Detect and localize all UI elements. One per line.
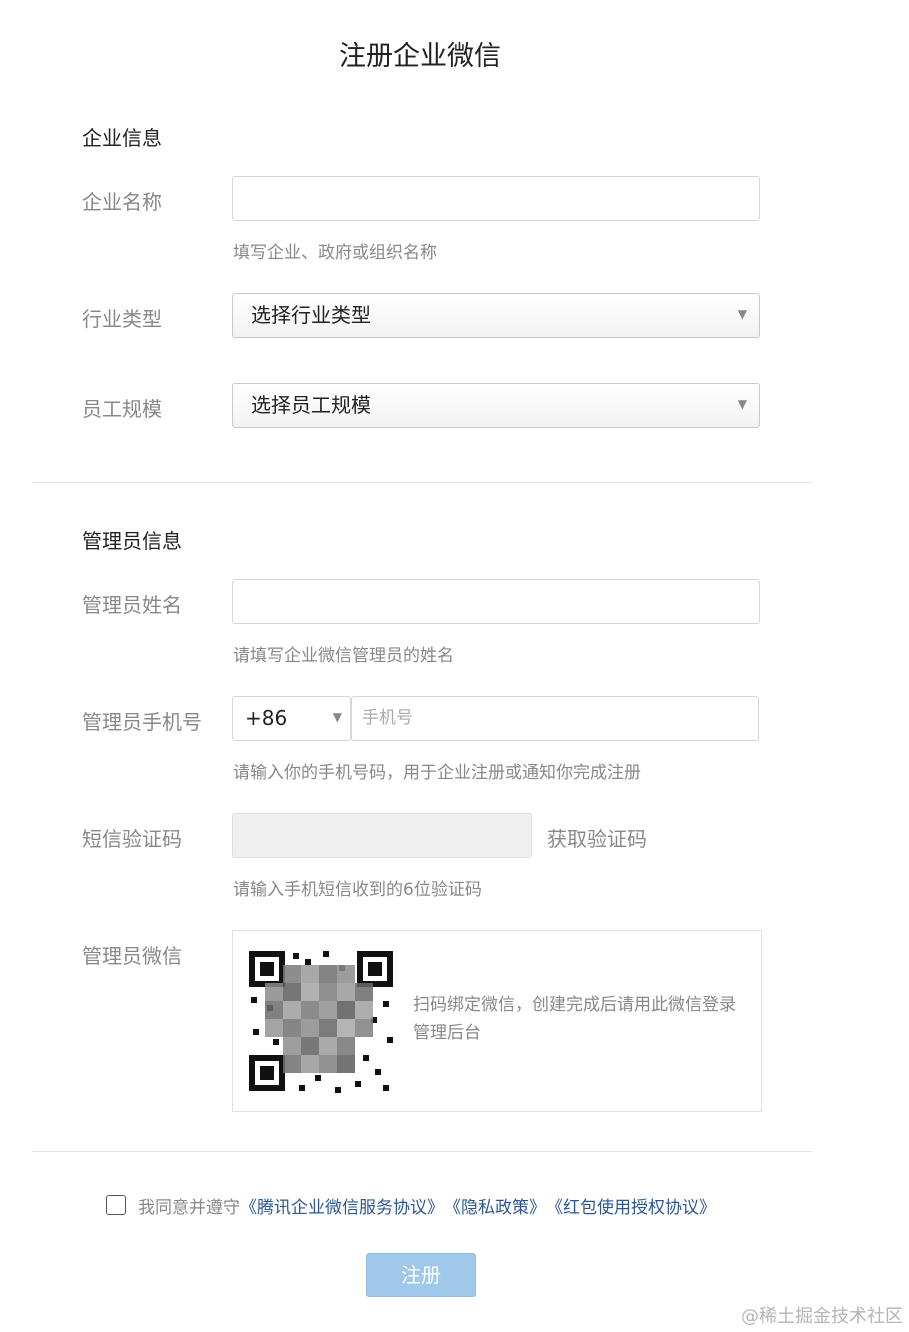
- staff-size-label: 员工规模: [82, 397, 162, 421]
- phone-hint: 请输入你的手机号码，用于企业注册或通知你完成注册: [233, 763, 641, 783]
- agreement-prefix: 我同意并遵守: [138, 1197, 240, 1218]
- admin-name-input[interactable]: [232, 579, 760, 624]
- register-button[interactable]: 注册: [366, 1253, 476, 1297]
- sms-code-input[interactable]: [232, 813, 532, 858]
- agreement-checkbox[interactable]: [106, 1195, 126, 1215]
- phone-input[interactable]: 手机号: [351, 696, 759, 741]
- agreement-row: 我同意并遵守 《腾讯企业微信服务协议》 《隐私政策》 《红包使用授权协议》: [106, 1192, 716, 1218]
- industry-select[interactable]: 选择行业类型 ▼: [232, 293, 760, 338]
- qr-description: 扫码绑定微信，创建完成后请用此微信登录管理后台: [413, 995, 736, 1043]
- admin-wechat-label: 管理员微信: [82, 944, 182, 968]
- watermark: @稀土掘金技术社区: [741, 1306, 903, 1327]
- industry-label: 行业类型: [82, 307, 162, 331]
- country-code-value: +86: [245, 706, 288, 730]
- chevron-down-icon: ▼: [737, 397, 747, 411]
- country-code-select[interactable]: +86 ▼: [232, 696, 351, 741]
- chevron-down-icon: ▼: [332, 710, 342, 724]
- company-name-input[interactable]: [232, 176, 760, 221]
- phone-placeholder: 手机号: [362, 708, 413, 728]
- wechat-bind-box: 扫码绑定微信，创建完成后请用此微信登录管理后台: [232, 930, 762, 1112]
- company-name-label: 企业名称: [82, 190, 162, 214]
- get-code-button[interactable]: 获取验证码: [547, 823, 647, 852]
- admin-name-label: 管理员姓名: [82, 593, 182, 617]
- red-packet-agreement-link[interactable]: 《红包使用授权协议》: [546, 1193, 716, 1218]
- sms-code-label: 短信验证码: [82, 827, 182, 851]
- sms-code-hint: 请输入手机短信收到的6位验证码: [233, 880, 482, 900]
- privacy-policy-link[interactable]: 《隐私政策》: [444, 1193, 546, 1218]
- staff-size-selected-value: 选择员工规模: [251, 393, 371, 417]
- section-divider: [32, 482, 812, 483]
- company-section-title: 企业信息: [82, 126, 162, 150]
- company-name-hint: 填写企业、政府或组织名称: [233, 243, 437, 263]
- industry-selected-value: 选择行业类型: [251, 303, 371, 327]
- admin-section-title: 管理员信息: [82, 529, 182, 553]
- admin-name-hint: 请填写企业微信管理员的姓名: [233, 646, 454, 666]
- section-divider: [32, 1151, 812, 1152]
- service-agreement-link[interactable]: 《腾讯企业微信服务协议》: [240, 1193, 444, 1218]
- qr-code-icon[interactable]: [243, 945, 399, 1097]
- admin-phone-label: 管理员手机号: [82, 710, 202, 734]
- staff-size-select[interactable]: 选择员工规模 ▼: [232, 383, 760, 428]
- page-title: 注册企业微信: [339, 41, 501, 72]
- chevron-down-icon: ▼: [737, 307, 747, 321]
